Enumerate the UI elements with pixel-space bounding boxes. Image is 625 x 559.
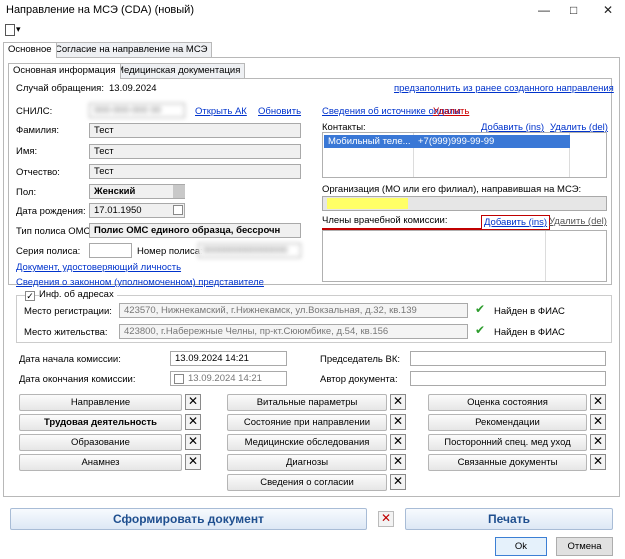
- org-label: Организация (МО или его филиал), направи…: [322, 184, 582, 195]
- open-ak-link[interactable]: Открыть АК: [195, 106, 247, 117]
- author-field[interactable]: [410, 371, 606, 386]
- close-icon[interactable]: ✕: [390, 394, 406, 410]
- close-icon[interactable]: ✕: [390, 434, 406, 450]
- contacts-grid[interactable]: Мобильный теле... +7(999)999-99-99: [322, 132, 607, 178]
- tab-med-docs[interactable]: Медицинская документация: [111, 63, 246, 78]
- cancel-button[interactable]: Отмена: [556, 537, 613, 556]
- policy-number-field[interactable]: 0000000000000000: [198, 243, 301, 258]
- snils-field[interactable]: 000-000-000 00: [89, 103, 185, 118]
- close-icon[interactable]: ✕: [185, 414, 201, 430]
- section-anamnesis-button[interactable]: Анамнез: [19, 454, 182, 471]
- delete-icon[interactable]: ✕: [378, 511, 394, 527]
- birth-field[interactable]: 17.01.1950: [89, 203, 185, 218]
- close-icon[interactable]: ✕: [590, 394, 606, 410]
- live-label: Место жительства:: [24, 327, 108, 338]
- close-icon[interactable]: ✕: [185, 434, 201, 450]
- sex-dropdown[interactable]: [173, 185, 185, 198]
- form-document-button[interactable]: Сформировать документ: [10, 508, 367, 530]
- section-direction-button[interactable]: Направление: [19, 394, 182, 411]
- minimize-button[interactable]: —: [538, 3, 550, 17]
- name-label: Имя:: [16, 146, 38, 157]
- commission-add-link[interactable]: Добавить (ins): [481, 215, 551, 230]
- policy-type-field[interactable]: Полис ОМС единого образца, бессрочн: [89, 223, 301, 238]
- commission-start-field[interactable]: 13.09.2024 14:21: [170, 351, 287, 366]
- close-button[interactable]: ✕: [603, 3, 613, 17]
- section-education-button[interactable]: Образование: [19, 434, 182, 451]
- chairman-label: Председатель ВК:: [320, 354, 401, 365]
- identity-doc-link[interactable]: Документ, удостоверяющий личность: [16, 262, 181, 273]
- case-date: 13.09.2024: [109, 83, 157, 94]
- payment-delete-link[interactable]: Удалить: [433, 106, 469, 117]
- refresh-link[interactable]: Обновить: [258, 106, 301, 117]
- surname-label: Фамилия:: [16, 125, 59, 136]
- calendar-icon[interactable]: [173, 205, 183, 215]
- tab-main[interactable]: Основное: [3, 42, 57, 58]
- representative-link[interactable]: Сведения о законном (уполномоченном) пре…: [16, 277, 264, 288]
- sex-label: Пол:: [16, 187, 37, 198]
- address-checkbox[interactable]: ✓: [25, 291, 35, 301]
- section-vitals-button[interactable]: Витальные параметры: [227, 394, 387, 411]
- close-icon[interactable]: ✕: [185, 394, 201, 410]
- commission-delete-link[interactable]: Удалить (del): [549, 216, 607, 227]
- close-icon[interactable]: ✕: [590, 434, 606, 450]
- org-field[interactable]: ГАУЗ ...: [322, 196, 607, 211]
- commission-end-field[interactable]: 13.09.2024 14:21: [170, 371, 287, 386]
- maximize-button[interactable]: □: [570, 3, 577, 17]
- commission-end-checkbox[interactable]: [174, 374, 184, 384]
- commission-grid[interactable]: [322, 230, 607, 282]
- close-icon[interactable]: ✕: [390, 474, 406, 490]
- commission-end-label: Дата окончания комиссии:: [19, 374, 136, 385]
- sex-field[interactable]: Женский: [89, 184, 185, 199]
- contact-type: Мобильный теле...: [328, 136, 411, 147]
- window-title: Направление на МСЭ (CDA) (новый): [6, 4, 194, 16]
- commission-start-label: Дата начала комиссии:: [19, 354, 121, 365]
- reg-fias-status: Найден в ФИАС: [494, 306, 565, 317]
- live-address-field[interactable]: 423800, г.Набережные Челны, пр-кт.Сююмби…: [119, 324, 468, 339]
- chevron-down-icon[interactable]: ▾: [16, 24, 21, 35]
- patronymic-field[interactable]: Тест: [89, 164, 301, 179]
- document-icon[interactable]: [5, 24, 15, 36]
- close-icon[interactable]: ✕: [590, 414, 606, 430]
- table-row[interactable]: Мобильный теле... +7(999)999-99-99: [324, 135, 570, 148]
- check-icon: ✔: [475, 302, 486, 316]
- prefill-link[interactable]: предзаполнить из ранее созданного направ…: [394, 83, 614, 94]
- ok-button[interactable]: Ok: [495, 537, 547, 556]
- snils-label: СНИЛС:: [16, 106, 53, 117]
- policy-series-field[interactable]: [89, 243, 132, 258]
- section-care-button[interactable]: Посторонний спец. мед уход: [428, 434, 587, 451]
- commission-label: Члены врачебной комиссии:: [322, 215, 448, 226]
- birth-label: Дата рождения:: [16, 206, 86, 217]
- close-icon[interactable]: ✕: [390, 414, 406, 430]
- close-icon[interactable]: ✕: [390, 454, 406, 470]
- address-checkbox-label: Инф. об адресах: [39, 288, 117, 302]
- check-icon: ✔: [475, 323, 486, 337]
- tab-main-info[interactable]: Основная информация: [8, 63, 121, 79]
- policy-series-label: Серия полиса:: [16, 246, 81, 257]
- chairman-field[interactable]: [410, 351, 606, 366]
- section-assessment-button[interactable]: Оценка состояния: [428, 394, 587, 411]
- section-recommendations-button[interactable]: Рекомендации: [428, 414, 587, 431]
- case-label: Случай обращения:: [16, 83, 104, 94]
- reg-label: Место регистрации:: [24, 306, 112, 317]
- section-state-button[interactable]: Состояние при направлении: [227, 414, 387, 431]
- close-icon[interactable]: ✕: [185, 454, 201, 470]
- name-field[interactable]: Тест: [89, 144, 301, 159]
- surname-field[interactable]: Тест: [89, 123, 301, 138]
- section-related-docs-button[interactable]: Связанные документы: [428, 454, 587, 471]
- reg-address-field[interactable]: 423570, Нижнекамский, г.Нижнекамск, ул.В…: [119, 303, 468, 318]
- section-consent-button[interactable]: Сведения о согласии: [227, 474, 387, 491]
- close-icon[interactable]: ✕: [590, 454, 606, 470]
- policy-type-label: Тип полиса ОМС:: [16, 226, 94, 237]
- section-work-button[interactable]: Трудовая деятельность: [19, 414, 182, 431]
- section-diagnoses-button[interactable]: Диагнозы: [227, 454, 387, 471]
- tab-consent[interactable]: Согласие на направление на МСЭ: [50, 42, 213, 57]
- section-exams-button[interactable]: Медицинские обследования: [227, 434, 387, 451]
- org-value: ГАУЗ ...: [327, 198, 408, 209]
- print-button[interactable]: Печать: [405, 508, 613, 530]
- policy-number-label: Номер полиса:: [137, 246, 203, 257]
- author-label: Автор документа:: [320, 374, 398, 385]
- live-fias-status: Найден в ФИАС: [494, 327, 565, 338]
- patronymic-label: Отчество:: [16, 167, 60, 178]
- contact-value: +7(999)999-99-99: [418, 136, 495, 147]
